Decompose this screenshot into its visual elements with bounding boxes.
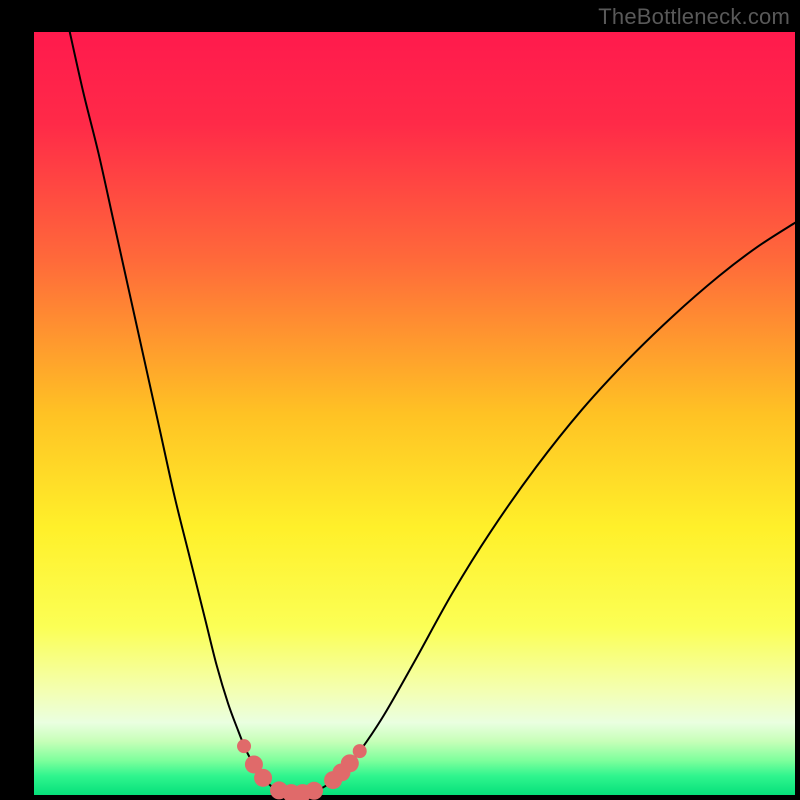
data-marker: [254, 769, 272, 787]
bottleneck-chart: [0, 0, 800, 800]
data-marker: [353, 744, 367, 758]
watermark-text: TheBottleneck.com: [598, 4, 790, 30]
plot-background: [34, 32, 795, 795]
data-marker: [237, 739, 251, 753]
data-marker: [305, 782, 323, 800]
chart-frame: TheBottleneck.com: [0, 0, 800, 800]
